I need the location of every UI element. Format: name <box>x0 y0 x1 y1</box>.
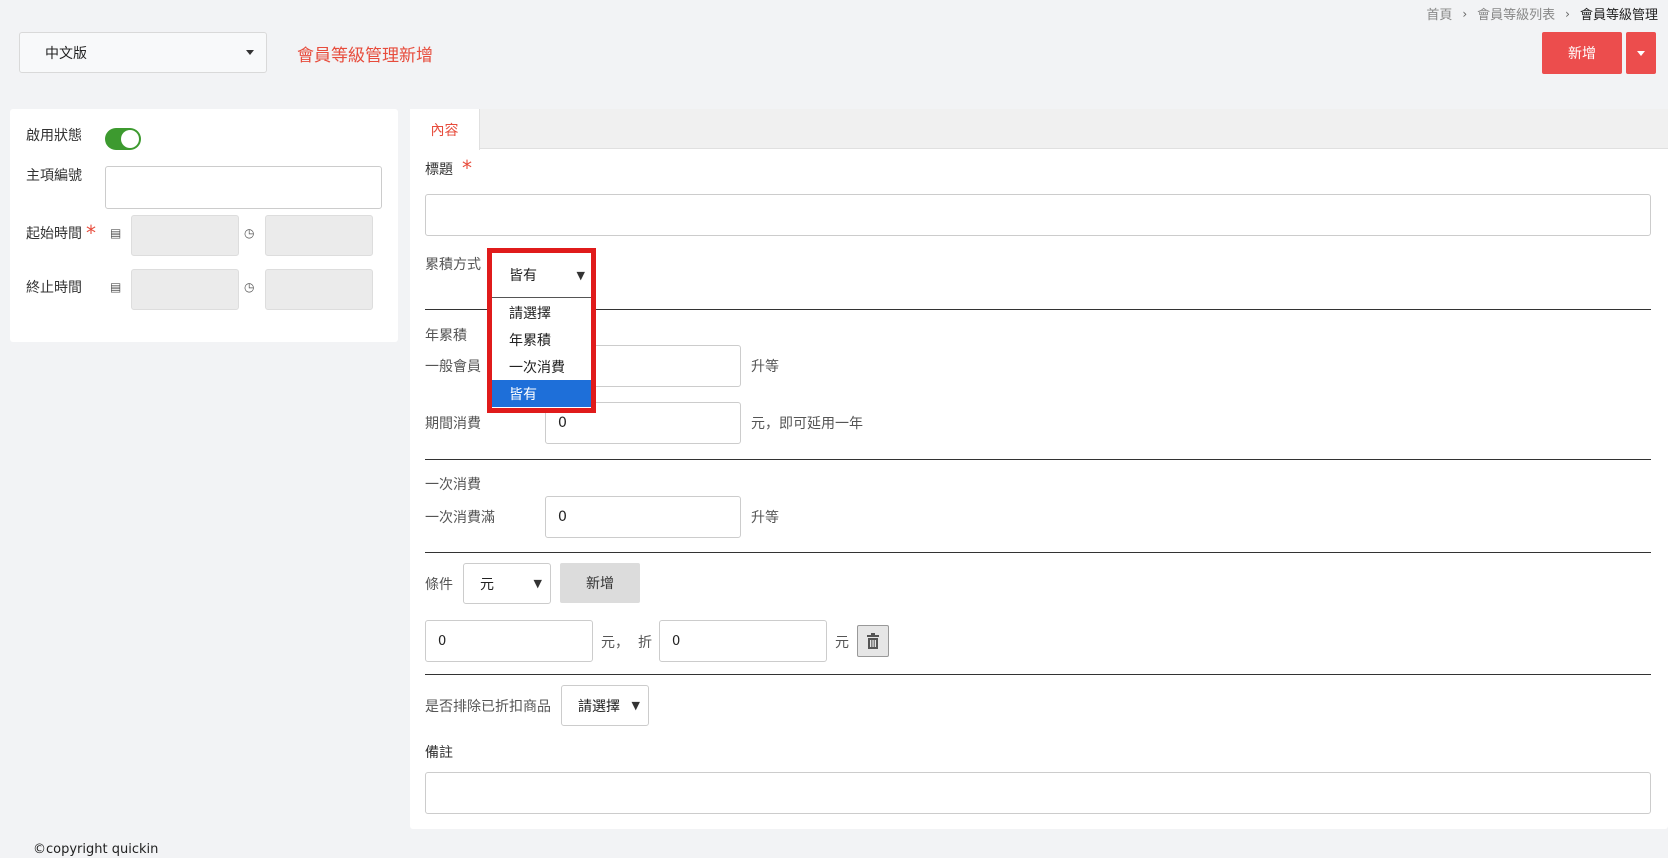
condition-add-button[interactable]: 新增 <box>560 563 640 603</box>
start-time-input[interactable] <box>265 215 373 256</box>
condition-select-value: 元 <box>480 576 494 593</box>
normal-member-unit: 升等 <box>751 359 779 375</box>
end-date-input[interactable] <box>131 269 239 310</box>
clock-icon: ◷ <box>244 280 255 294</box>
language-select[interactable]: 中文版 <box>19 32 267 73</box>
chevron-down-icon: ▼ <box>576 268 585 282</box>
end-time-label: 終止時間 <box>26 280 82 296</box>
condition-amount-input[interactable]: 0 <box>425 620 593 662</box>
start-time-label: 起始時間 <box>26 226 82 242</box>
accumulate-label: 累積方式 <box>425 257 481 273</box>
caret-down-icon <box>1637 50 1645 56</box>
start-date-input[interactable] <box>131 215 239 256</box>
once-section-label: 一次消費 <box>425 477 481 493</box>
item-no-label: 主項編號 <box>26 168 82 184</box>
footer-copyright: ©copyright quickin <box>33 842 159 857</box>
content-panel: 內容 標題 * 累積方式 年累積 一般會員 升等 期間消費 0 元，即可延用一年… <box>410 109 1668 829</box>
breadcrumb-list[interactable]: 會員等級列表 <box>1477 4 1555 23</box>
accumulate-option-selected[interactable]: 皆有 <box>492 380 591 407</box>
note-label: 備註 <box>425 745 453 761</box>
language-select-value: 中文版 <box>45 45 87 62</box>
delete-button[interactable] <box>857 625 889 657</box>
condition-discount-label: 折 <box>638 635 652 651</box>
caret-down-icon <box>246 50 254 55</box>
title-label: 標題 <box>425 162 453 178</box>
add-button[interactable]: 新增 <box>1542 32 1622 74</box>
accumulate-option[interactable]: 年累積 <box>492 326 591 353</box>
status-label: 啟用狀態 <box>26 128 82 144</box>
calendar-icon: ▤ <box>110 280 122 294</box>
once-input[interactable]: 0 <box>545 496 741 538</box>
tab-bar <box>410 109 1668 149</box>
divider <box>425 459 1651 460</box>
once-unit: 升等 <box>751 510 779 526</box>
note-input[interactable] <box>425 772 1651 814</box>
once-label: 一次消費滿 <box>425 510 495 526</box>
breadcrumb-current: 會員等級管理 <box>1579 8 1658 23</box>
period-label: 期間消費 <box>425 416 481 432</box>
toggle-knob <box>121 130 139 148</box>
clock-icon: ◷ <box>244 226 255 240</box>
breadcrumb-home[interactable]: 首頁 <box>1426 4 1452 23</box>
accumulate-options: 請選擇 年累積 一次消費 皆有 <box>492 299 591 407</box>
status-toggle[interactable] <box>105 128 141 150</box>
required-icon: * <box>462 156 472 180</box>
chevron-down-icon: ▼ <box>631 699 640 712</box>
divider <box>425 552 1651 553</box>
exclude-select-value: 請選擇 <box>578 698 620 715</box>
accumulate-select[interactable]: 皆有 ▼ <box>492 253 591 298</box>
exclude-select[interactable]: 請選擇 ▼ <box>561 685 649 726</box>
condition-discount-unit: 元 <box>835 635 849 651</box>
chevron-right-icon: › <box>1565 6 1570 21</box>
period-unit: 元，即可延用一年 <box>751 416 863 432</box>
breadcrumb: 首頁 › 會員等級列表 › 會員等級管理 <box>1426 4 1658 24</box>
required-icon: * <box>86 221 96 245</box>
condition-select[interactable]: 元 ▼ <box>463 563 551 604</box>
condition-discount-input[interactable]: 0 <box>659 620 827 662</box>
tab-content[interactable]: 內容 <box>410 109 480 150</box>
chevron-right-icon: › <box>1462 6 1468 21</box>
trash-icon <box>867 633 879 649</box>
title-input[interactable] <box>425 194 1651 236</box>
normal-member-label: 一般會員 <box>425 359 481 375</box>
condition-amount-unit: 元， <box>601 635 629 651</box>
page-title: 會員等級管理新增 <box>297 46 433 66</box>
accumulate-select-value: 皆有 <box>509 268 537 284</box>
chevron-down-icon: ▼ <box>533 577 542 590</box>
end-time-input[interactable] <box>265 269 373 310</box>
accumulate-dropdown-highlight: 皆有 ▼ 請選擇 年累積 一次消費 皆有 <box>487 248 596 413</box>
accumulate-option[interactable]: 請選擇 <box>492 299 591 326</box>
add-dropdown-toggle[interactable] <box>1626 32 1656 74</box>
calendar-icon: ▤ <box>110 226 122 240</box>
divider <box>425 309 1651 310</box>
divider <box>425 674 1651 675</box>
condition-label: 條件 <box>425 577 453 593</box>
left-panel: 啟用狀態 主項編號 起始時間 * ▤ ◷ 終止時間 ▤ ◷ <box>10 109 398 342</box>
item-no-input[interactable] <box>105 166 382 209</box>
year-section-label: 年累積 <box>425 328 467 344</box>
exclude-label: 是否排除已折扣商品 <box>425 699 551 715</box>
accumulate-option[interactable]: 一次消費 <box>492 353 591 380</box>
